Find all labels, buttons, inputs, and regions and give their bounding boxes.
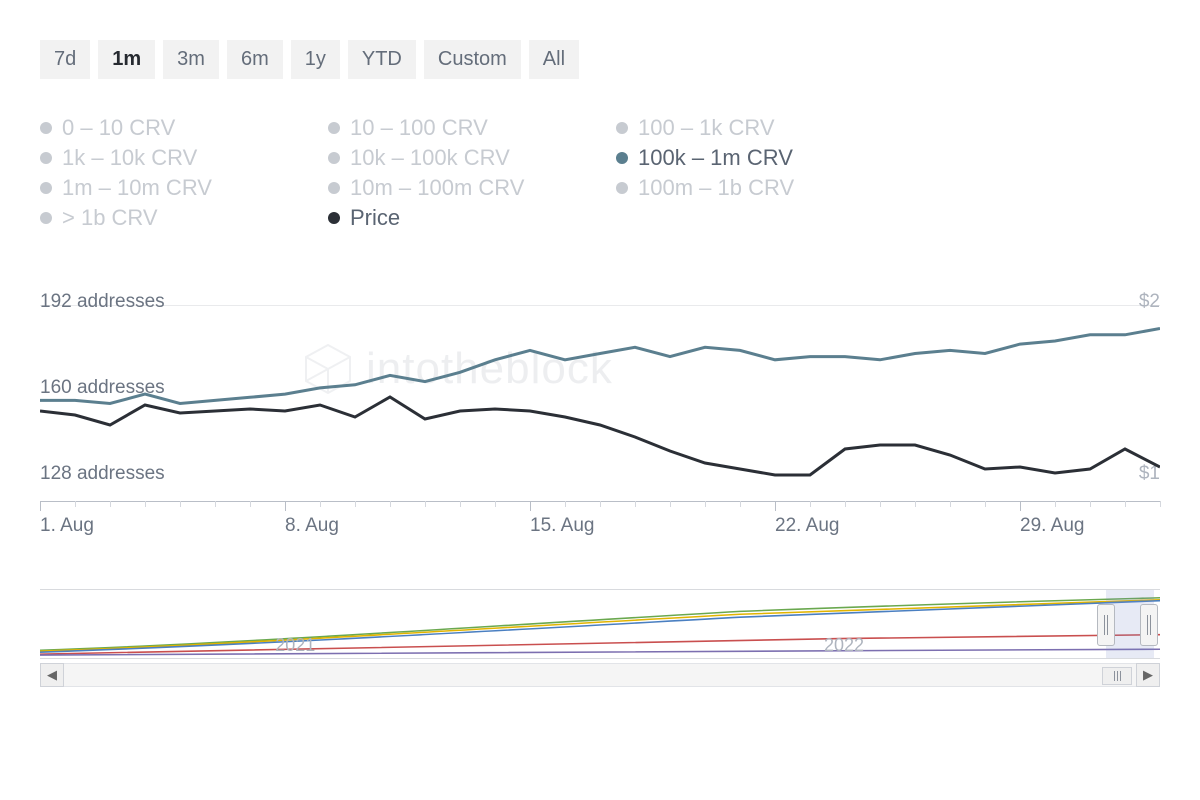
legend-dot-icon — [328, 122, 340, 134]
legend-dot-icon — [616, 122, 628, 134]
range-1m-button[interactable]: 1m — [98, 40, 155, 79]
x-tick-label: 15. Aug — [530, 515, 594, 537]
legend-label: 1k – 10k CRV — [62, 145, 197, 171]
navigator-year-label: 2022 — [824, 635, 864, 656]
navigator-scrollbar: ◀ ▶ — [40, 663, 1160, 687]
range-all-button[interactable]: All — [529, 40, 579, 79]
legend-label: 1m – 10m CRV — [62, 175, 212, 201]
legend-label: 100k – 1m CRV — [638, 145, 793, 171]
series-legend: 0 – 10 CRV 10 – 100 CRV 100 – 1k CRV 1k – 1… — [40, 115, 1160, 231]
scroll-track[interactable] — [64, 663, 1136, 687]
legend-label: 100 – 1k CRV — [638, 115, 775, 141]
legend-label: 10k – 100k CRV — [350, 145, 510, 171]
navigator-lines — [40, 590, 1160, 658]
legend-item[interactable]: 0 – 10 CRV — [40, 115, 310, 141]
range-1y-button[interactable]: 1y — [291, 40, 340, 79]
legend-item[interactable]: Price — [328, 205, 598, 231]
x-axis: 1. Aug 8. Aug 15. Aug 22. Aug 29. Aug — [40, 501, 1160, 541]
legend-dot-icon — [616, 152, 628, 164]
chart-plot — [40, 291, 1160, 491]
legend-label: 0 – 10 CRV — [62, 115, 175, 141]
legend-dot-icon — [616, 182, 628, 194]
scroll-right-button[interactable]: ▶ — [1136, 663, 1160, 687]
legend-label: 100m – 1b CRV — [638, 175, 794, 201]
x-tick-label: 1. Aug — [40, 515, 94, 537]
main-chart: 192 addresses $2 160 addresses 128 addre… — [40, 291, 1160, 551]
legend-item[interactable]: 10 – 100 CRV — [328, 115, 598, 141]
x-tick-label: 8. Aug — [285, 515, 339, 537]
navigator-handle-right[interactable] — [1140, 604, 1158, 646]
range-custom-button[interactable]: Custom — [424, 40, 521, 79]
navigator-year-label: 2021 — [275, 635, 315, 656]
legend-item[interactable]: 100 – 1k CRV — [616, 115, 886, 141]
range-ytd-button[interactable]: YTD — [348, 40, 416, 79]
legend-dot-icon — [40, 212, 52, 224]
navigator-plot[interactable]: 2021 2022 — [40, 589, 1160, 659]
legend-item[interactable]: 100k – 1m CRV — [616, 145, 886, 171]
legend-item[interactable]: 100m – 1b CRV — [616, 175, 886, 201]
navigator-handle-left[interactable] — [1097, 604, 1115, 646]
x-tick-label: 22. Aug — [775, 515, 839, 537]
range-3m-button[interactable]: 3m — [163, 40, 219, 79]
legend-dot-icon — [40, 182, 52, 194]
legend-dot-icon — [328, 182, 340, 194]
x-tick-label: 29. Aug — [1020, 515, 1084, 537]
legend-label: Price — [350, 205, 400, 231]
legend-label: > 1b CRV — [62, 205, 158, 231]
series-line — [40, 397, 1160, 475]
legend-item[interactable]: 10k – 100k CRV — [328, 145, 598, 171]
time-range-selector: 7d1m3m6m1yYTDCustomAll — [40, 40, 1160, 79]
legend-item[interactable]: > 1b CRV — [40, 205, 310, 231]
legend-dot-icon — [40, 122, 52, 134]
range-6m-button[interactable]: 6m — [227, 40, 283, 79]
legend-dot-icon — [40, 152, 52, 164]
scroll-left-button[interactable]: ◀ — [40, 663, 64, 687]
time-navigator: 2021 2022 ◀ ▶ — [40, 589, 1160, 687]
legend-label: 10m – 100m CRV — [350, 175, 524, 201]
legend-label: 10 – 100 CRV — [350, 115, 488, 141]
scroll-thumb[interactable] — [1102, 667, 1132, 685]
range-7d-button[interactable]: 7d — [40, 40, 90, 79]
legend-dot-icon — [328, 152, 340, 164]
legend-item[interactable]: 1m – 10m CRV — [40, 175, 310, 201]
series-line — [40, 329, 1160, 404]
legend-dot-icon — [328, 212, 340, 224]
legend-item[interactable]: 1k – 10k CRV — [40, 145, 310, 171]
legend-item[interactable]: 10m – 100m CRV — [328, 175, 598, 201]
